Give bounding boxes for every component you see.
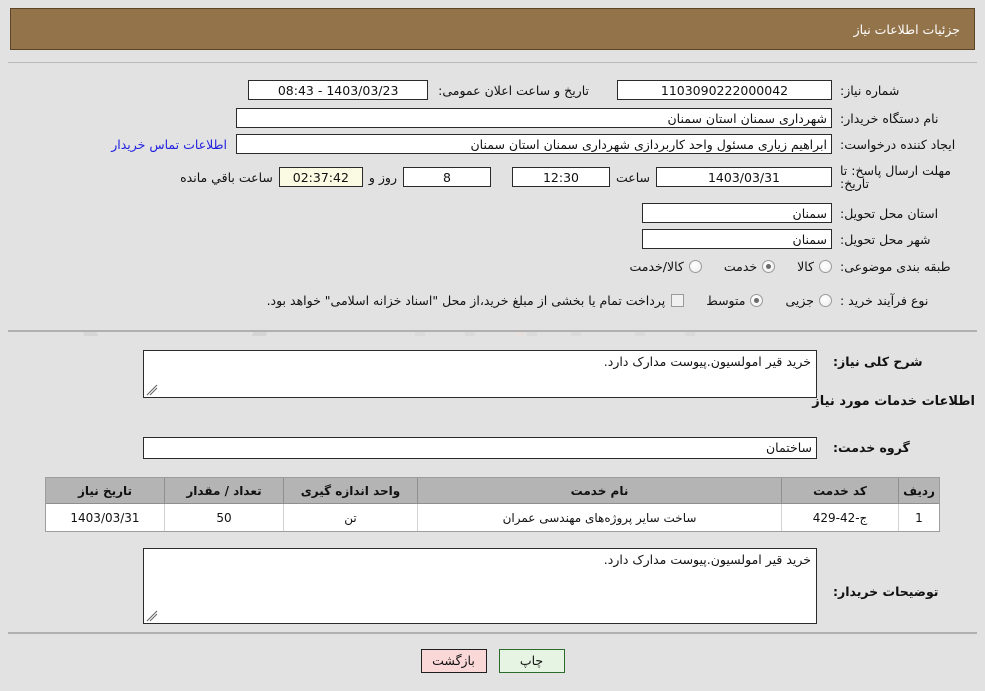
- col-date: تاریخ نیاز: [46, 478, 165, 504]
- buyer-contact-link[interactable]: اطلاعات تماس خریدار: [111, 137, 236, 152]
- category-label: طبقه بندی موضوعی:: [840, 259, 951, 274]
- deadline-days-field[interactable]: 8: [402, 167, 491, 187]
- radio-icon-kala[interactable]: [819, 260, 832, 273]
- cell-unit: تن: [283, 503, 418, 531]
- delivery-city-label: شهر محل تحویل:: [840, 231, 931, 247]
- col-radif: ردیف: [898, 478, 939, 504]
- category-option-0-label: کالا: [797, 259, 814, 274]
- deadline-time-label: ساعت: [615, 169, 650, 185]
- checkbox-icon-islamic-treasury[interactable]: [671, 294, 685, 307]
- deadline-time-field[interactable]: 12:30: [511, 167, 610, 187]
- deadline-date-field[interactable]: 1403/03/31: [656, 167, 832, 187]
- table-row[interactable]: 1 ج-42-429 ساخت سایر پروژه‌های مهندسی عم…: [46, 503, 939, 531]
- islamic-treasury-checkbox-label: پرداخت تمام یا بخشی از مبلغ خرید،از محل …: [266, 293, 666, 308]
- radio-icon-khedmat[interactable]: [762, 260, 776, 273]
- row-need-number: شماره نیاز: 1103090222000042 تاریخ و ساع…: [5, 80, 975, 100]
- category-option-0[interactable]: کالا: [797, 259, 832, 274]
- cell-quantity: 50: [164, 503, 284, 531]
- row-buyer-org: نام دستگاه خریدار: شهرداری سمنان استان س…: [5, 108, 975, 128]
- deadline-remaining-label: ساعت باقي مانده: [180, 169, 273, 185]
- need-number-label: شماره نیاز:: [840, 82, 900, 98]
- services-table-body: 1 ج-42-429 ساخت سایر پروژه‌های مهندسی عم…: [46, 503, 939, 531]
- delivery-province-field[interactable]: سمنان: [642, 203, 832, 223]
- service-group-field[interactable]: ساختمان: [143, 437, 817, 459]
- category-option-2[interactable]: کالا/خدمت: [629, 259, 702, 274]
- table-header-row: ردیف کد خدمت نام خدمت واحد اندازه گیری ت…: [46, 478, 939, 504]
- radio-icon-kala-khedmat[interactable]: [688, 260, 702, 273]
- row-request-creator: ایجاد کننده درخواست: ابراهیم زیاری مسئول…: [5, 134, 975, 154]
- col-name: نام خدمت: [417, 478, 782, 504]
- request-creator-field[interactable]: ابراهیم زیاری مسئول واحد کاربردازی شهردا…: [236, 134, 832, 154]
- page-header: جزئیات اطلاعات نیاز: [10, 8, 975, 50]
- public-announce-field[interactable]: 1403/03/23 - 08:43: [248, 80, 429, 100]
- purchase-type-option-1[interactable]: متوسط: [706, 293, 764, 308]
- category-option-1[interactable]: خدمت: [723, 259, 776, 274]
- resize-grip-icon-2: [146, 610, 158, 622]
- deadline-remaining-field: 02:37:42: [278, 167, 363, 187]
- need-summary-text: خرید قیر امولسیون.پیوست مدارک دارد.: [603, 354, 811, 369]
- cell-date: 1403/03/31: [46, 503, 165, 531]
- need-summary-textarea[interactable]: خرید قیر امولسیون.پیوست مدارک دارد.: [143, 350, 817, 398]
- radio-icon-motevaset[interactable]: [750, 294, 764, 307]
- purchase-type-option-1-label: متوسط: [706, 293, 746, 308]
- resize-grip-icon: [146, 384, 158, 396]
- buyer-notes-label: توضیحات خریدار:: [833, 584, 939, 599]
- col-unit: واحد اندازه گیری: [283, 478, 418, 504]
- print-button[interactable]: چاپ: [498, 649, 565, 673]
- cell-code: ج-42-429: [781, 503, 899, 531]
- purchase-type-option-0[interactable]: جزیی: [785, 293, 832, 308]
- buyer-notes-text: خرید قیر امولسیون.پیوست مدارک دارد.: [603, 552, 811, 567]
- buyer-org-label: نام دستگاه خریدار:: [840, 110, 939, 126]
- public-announce-label: تاریخ و ساعت اعلان عمومی:: [438, 82, 589, 98]
- need-summary-label: شرح کلی نیاز:: [833, 354, 923, 369]
- purchase-type-option-0-label: جزیی: [785, 293, 814, 308]
- service-group-label: گروه خدمت:: [833, 440, 910, 455]
- delivery-city-field[interactable]: سمنان: [642, 229, 832, 249]
- row-delivery-city: شهر محل تحویل: سمنان: [5, 229, 975, 249]
- action-buttons: بازگشت چاپ: [0, 649, 985, 673]
- radio-icon-jozee[interactable]: [819, 294, 832, 307]
- request-creator-label: ایجاد کننده درخواست:: [840, 136, 956, 152]
- row-deadline: مهلت ارسال پاسخ: تا تاریخ: 1403/03/31 سا…: [5, 164, 975, 190]
- row-purchase-type: نوع فرآیند خرید : جزیی متوسط پرداخت تمام…: [5, 293, 975, 308]
- services-section-heading: اطلاعات خدمات مورد نیاز: [812, 394, 975, 409]
- row-category: طبقه بندی موضوعی: کالا خدمت کالا/خدمت: [5, 259, 975, 274]
- need-number-field[interactable]: 1103090222000042: [617, 80, 832, 100]
- row-delivery-province: استان محل تحویل: سمنان: [5, 203, 975, 223]
- services-table: ردیف کد خدمت نام خدمت واحد اندازه گیری ت…: [46, 478, 939, 531]
- col-code: کد خدمت: [781, 478, 899, 504]
- purchase-type-label: نوع فرآیند خرید :: [840, 293, 929, 308]
- deadline-label: مهلت ارسال پاسخ: تا تاریخ:: [840, 163, 951, 191]
- category-option-1-label: خدمت: [723, 259, 758, 274]
- col-quantity: تعداد / مقدار: [164, 478, 284, 504]
- deadline-days-label: روز و: [368, 169, 397, 185]
- back-button[interactable]: بازگشت: [420, 649, 487, 673]
- page-root: AnaTender.net جزئیات اطلاعات نیاز شماره …: [0, 0, 985, 691]
- page-title: جزئیات اطلاعات نیاز: [853, 21, 960, 37]
- cell-name: ساخت سایر پروژه‌های مهندسی عمران: [417, 503, 782, 531]
- category-option-2-label: کالا/خدمت: [629, 259, 684, 274]
- services-table-wrapper: ردیف کد خدمت نام خدمت واحد اندازه گیری ت…: [45, 477, 940, 532]
- buyer-notes-textarea[interactable]: خرید قیر امولسیون.پیوست مدارک دارد.: [143, 548, 817, 624]
- delivery-province-label: استان محل تحویل:: [840, 205, 939, 221]
- buyer-org-field[interactable]: شهرداری سمنان استان سمنان: [236, 108, 832, 128]
- islamic-treasury-checkbox-group[interactable]: پرداخت تمام یا بخشی از مبلغ خرید،از محل …: [267, 293, 685, 308]
- need-info-panel: شماره نیاز: 1103090222000042 تاریخ و ساع…: [8, 62, 977, 332]
- cell-radif: 1: [898, 503, 939, 531]
- services-table-head: ردیف کد خدمت نام خدمت واحد اندازه گیری ت…: [46, 478, 939, 504]
